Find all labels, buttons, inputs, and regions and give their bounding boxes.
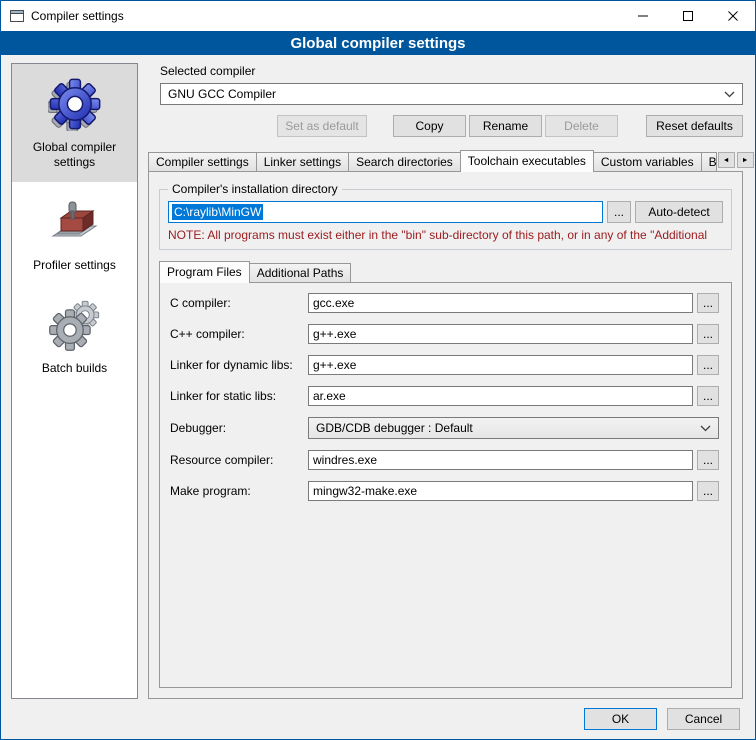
debugger-select-value: GDB/CDB debugger : Default <box>316 421 473 435</box>
field-row-debugger: Debugger: GDB/CDB debugger : Default <box>170 417 719 439</box>
app-icon <box>9 8 25 24</box>
installation-directory-row: C:\raylib\MinGW ... Auto-detect <box>168 201 723 223</box>
c-compiler-label: C compiler: <box>170 296 308 310</box>
linker-static-label: Linker for static libs: <box>170 389 308 403</box>
installation-directory-value: C:\raylib\MinGW <box>172 204 263 220</box>
compiler-select-section: Selected compiler GNU GCC Compiler Set a… <box>160 63 743 150</box>
resource-compiler-browse-button[interactable]: ... <box>697 450 719 470</box>
debugger-label: Debugger: <box>170 421 308 435</box>
resource-compiler-label: Resource compiler: <box>170 453 308 467</box>
delete-button: Delete <box>545 115 618 137</box>
window-controls <box>620 1 755 31</box>
dialog-header-title: Global compiler settings <box>1 31 755 55</box>
program-files-panel: C compiler: gcc.exe ... C++ compiler: g+… <box>159 282 732 688</box>
compiler-action-buttons: Set as default Copy Rename Delete Reset … <box>160 115 743 137</box>
field-row-resource-compiler: Resource compiler: windres.exe ... <box>170 450 719 470</box>
resource-compiler-value: windres.exe <box>313 453 377 467</box>
minimize-button[interactable] <box>620 1 665 31</box>
set-as-default-button: Set as default <box>277 115 367 137</box>
tab-search-directories[interactable]: Search directories <box>348 152 461 171</box>
tab-scroll-arrows: ◄ ► <box>716 152 754 171</box>
tab-toolchain-executables[interactable]: Toolchain executables <box>460 150 594 172</box>
linker-dynamic-value: g++.exe <box>313 358 356 372</box>
copy-button[interactable]: Copy <box>393 115 466 137</box>
field-row-linker-dynamic: Linker for dynamic libs: g++.exe ... <box>170 355 719 375</box>
field-row-c-compiler: C compiler: gcc.exe ... <box>170 293 719 313</box>
sidebar-item-label: Global compiler settings <box>15 140 134 170</box>
chevron-down-icon <box>724 91 735 98</box>
dialog-footer: OK Cancel <box>1 699 755 739</box>
make-program-value: mingw32-make.exe <box>313 484 417 498</box>
settings-tabstrip: Compiler settings Linker settings Search… <box>148 150 743 171</box>
cancel-button[interactable]: Cancel <box>667 708 740 730</box>
ok-button[interactable]: OK <box>584 708 657 730</box>
chevron-down-icon <box>700 425 711 432</box>
profiler-tool-icon <box>48 195 102 249</box>
cpp-compiler-value: g++.exe <box>313 327 356 341</box>
tab-program-files[interactable]: Program Files <box>159 261 250 283</box>
tab-linker-settings[interactable]: Linker settings <box>256 152 349 171</box>
tab-compiler-settings[interactable]: Compiler settings <box>148 152 257 171</box>
c-compiler-value: gcc.exe <box>313 296 354 310</box>
field-row-make-program: Make program: mingw32-make.exe ... <box>170 481 719 501</box>
tab-scroll-right-button[interactable]: ► <box>737 152 754 168</box>
window-title: Compiler settings <box>31 9 124 23</box>
linker-dynamic-input[interactable]: g++.exe <box>308 355 693 375</box>
programs-tabstrip: Program Files Additional Paths <box>159 261 732 282</box>
settings-sidebar: Global compiler settings Profiler settin… <box>11 63 138 699</box>
dialog-content: Global compiler settings Profiler settin… <box>1 55 755 699</box>
rename-button[interactable]: Rename <box>469 115 542 137</box>
resource-compiler-input[interactable]: windres.exe <box>308 450 693 470</box>
linker-static-browse-button[interactable]: ... <box>697 386 719 406</box>
c-compiler-browse-button[interactable]: ... <box>697 293 719 313</box>
field-row-cpp-compiler: C++ compiler: g++.exe ... <box>170 324 719 344</box>
compiler-select[interactable]: GNU GCC Compiler <box>160 83 743 105</box>
blue-gear-icon <box>48 77 102 131</box>
close-button[interactable] <box>710 1 755 31</box>
titlebar: Compiler settings <box>1 1 755 31</box>
tab-scroll-left-button[interactable]: ◄ <box>718 152 735 168</box>
maximize-button[interactable] <box>665 1 710 31</box>
make-program-input[interactable]: mingw32-make.exe <box>308 481 693 501</box>
installation-directory-legend: Compiler's installation directory <box>168 182 342 196</box>
linker-dynamic-label: Linker for dynamic libs: <box>170 358 308 372</box>
bin-subdirectory-note: NOTE: All programs must exist either in … <box>168 228 723 242</box>
make-program-label: Make program: <box>170 484 308 498</box>
cpp-compiler-label: C++ compiler: <box>170 327 308 341</box>
linker-static-value: ar.exe <box>313 389 346 403</box>
reset-defaults-button[interactable]: Reset defaults <box>646 115 743 137</box>
toolchain-executables-panel: Compiler's installation directory C:\ray… <box>148 171 743 699</box>
c-compiler-input[interactable]: gcc.exe <box>308 293 693 313</box>
main-panel: Selected compiler GNU GCC Compiler Set a… <box>148 63 743 699</box>
tab-additional-paths[interactable]: Additional Paths <box>249 263 352 282</box>
sidebar-item-label: Batch builds <box>42 361 107 376</box>
sidebar-item-label: Profiler settings <box>33 258 116 273</box>
installation-directory-input[interactable]: C:\raylib\MinGW <box>168 201 603 223</box>
sidebar-item-profiler-settings[interactable]: Profiler settings <box>12 182 137 285</box>
auto-detect-button[interactable]: Auto-detect <box>635 201 723 223</box>
debugger-select[interactable]: GDB/CDB debugger : Default <box>308 417 719 439</box>
cpp-compiler-browse-button[interactable]: ... <box>697 324 719 344</box>
compiler-settings-window: Compiler settings Global compiler settin… <box>0 0 756 740</box>
linker-dynamic-browse-button[interactable]: ... <box>697 355 719 375</box>
installation-directory-groupbox: Compiler's installation directory C:\ray… <box>159 182 732 250</box>
sidebar-item-global-compiler-settings[interactable]: Global compiler settings <box>12 64 137 182</box>
installation-directory-browse-button[interactable]: ... <box>607 201 631 223</box>
cpp-compiler-input[interactable]: g++.exe <box>308 324 693 344</box>
sidebar-item-batch-builds[interactable]: Batch builds <box>12 285 137 388</box>
tab-custom-variables[interactable]: Custom variables <box>593 152 702 171</box>
gray-gears-icon <box>48 298 102 352</box>
field-row-linker-static: Linker for static libs: ar.exe ... <box>170 386 719 406</box>
compiler-select-value: GNU GCC Compiler <box>168 87 276 101</box>
make-program-browse-button[interactable]: ... <box>697 481 719 501</box>
tab-build[interactable]: Build <box>701 152 717 171</box>
selected-compiler-label: Selected compiler <box>160 64 743 78</box>
linker-static-input[interactable]: ar.exe <box>308 386 693 406</box>
